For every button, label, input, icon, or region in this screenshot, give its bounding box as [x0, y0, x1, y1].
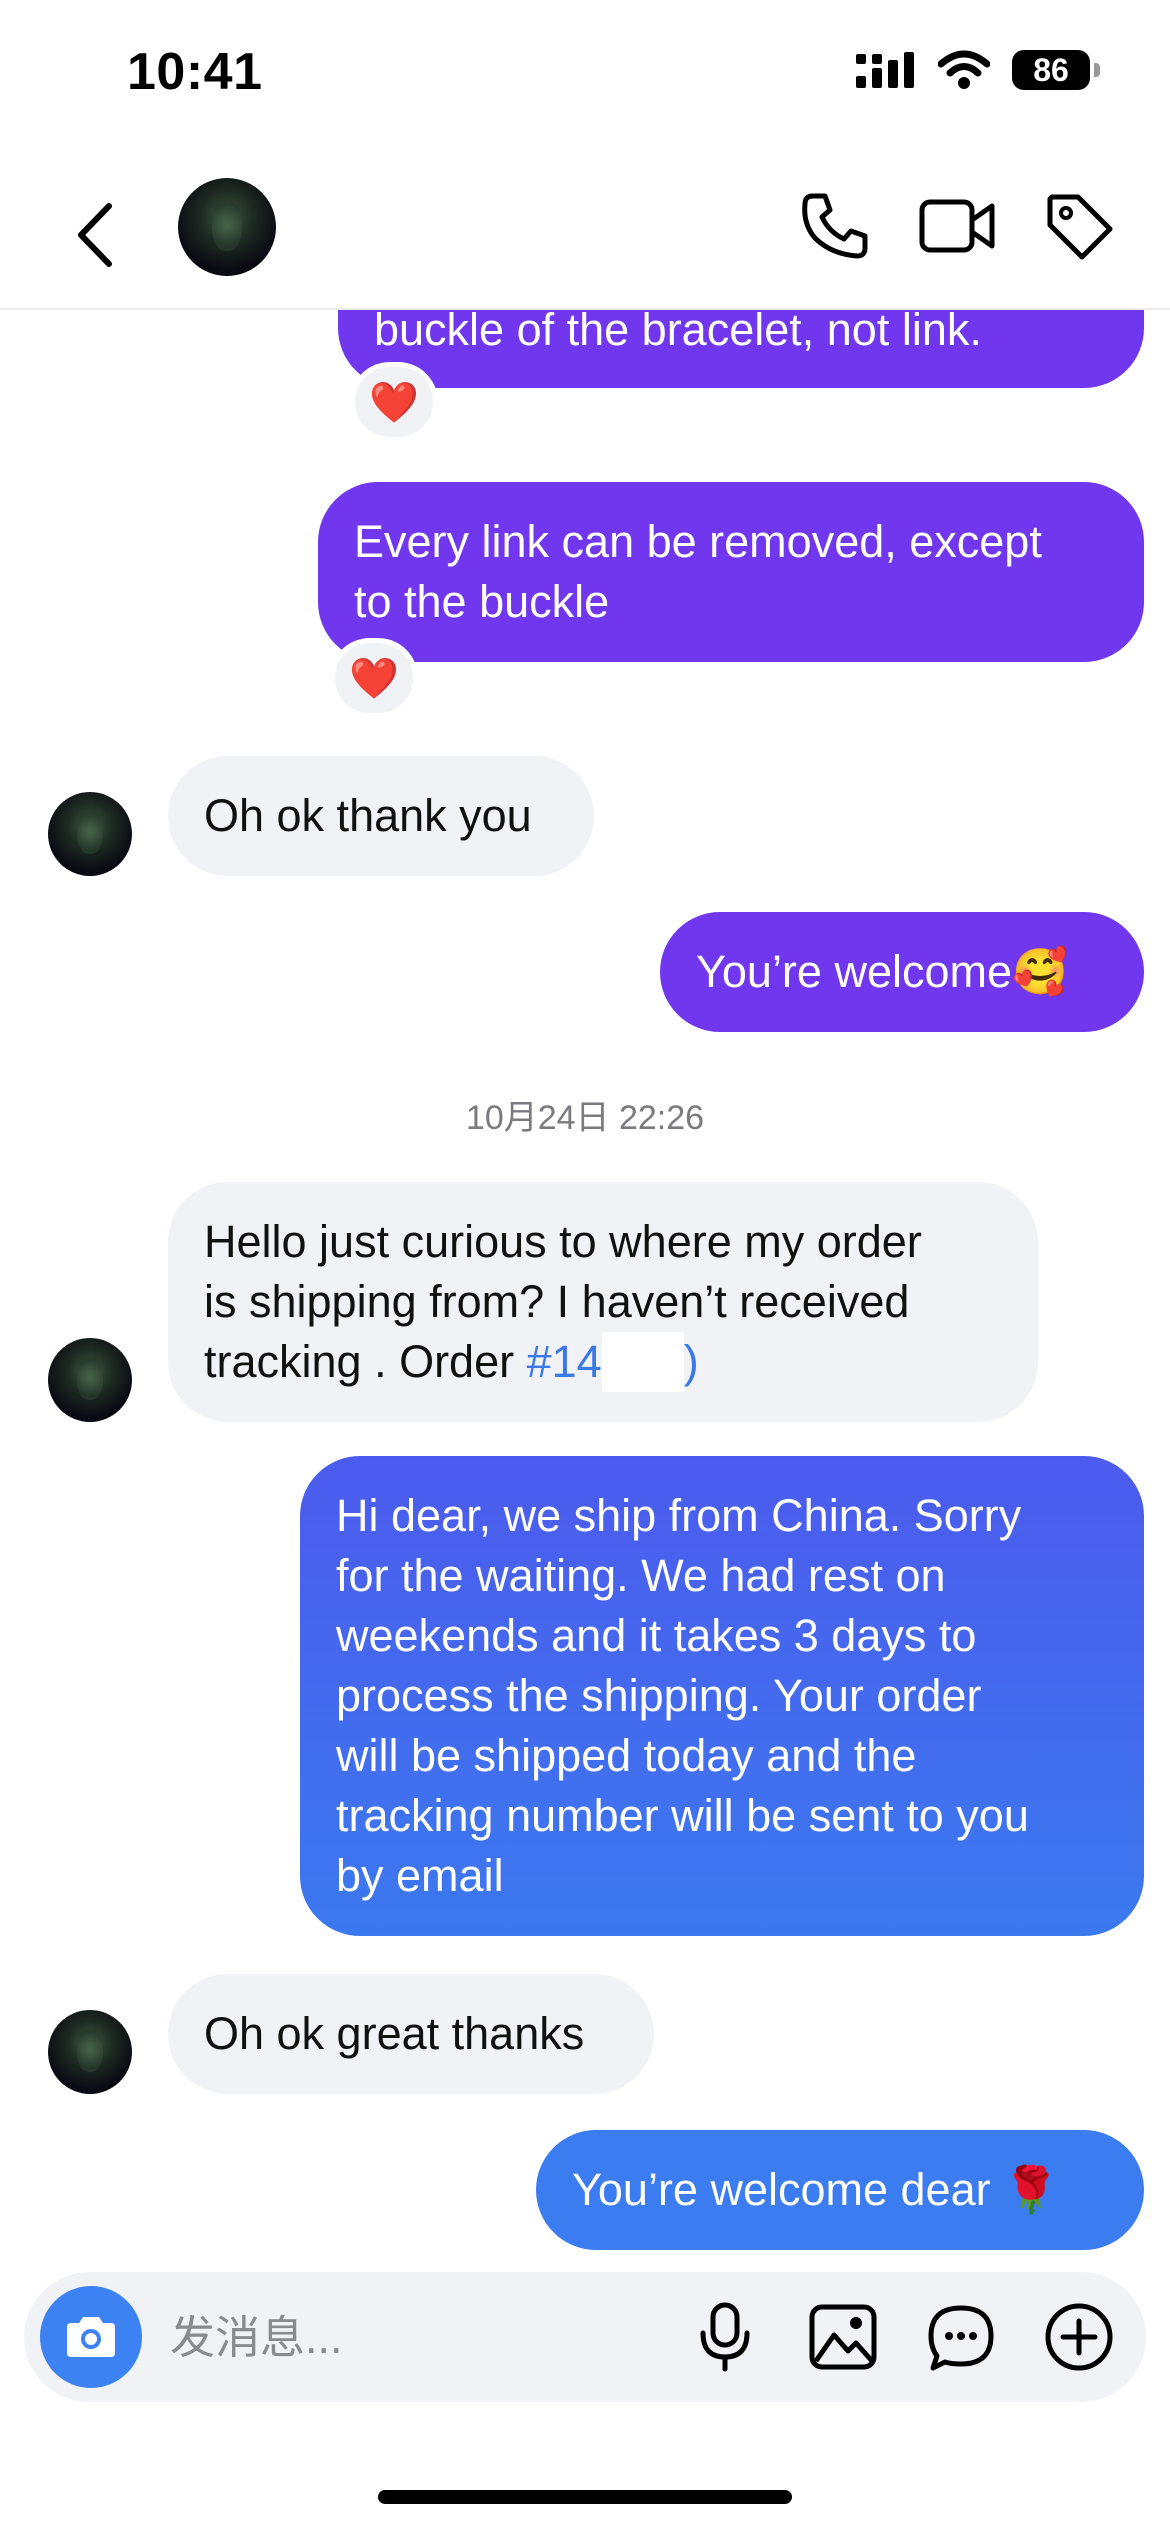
more-options-button[interactable]: [1038, 2296, 1120, 2378]
video-camera-icon: [919, 199, 995, 253]
sticker-button[interactable]: [920, 2296, 1002, 2378]
message-bubble-outgoing[interactable]: buckle of the bracelet, not link.: [338, 308, 1144, 388]
chat-header: [0, 160, 1170, 310]
battery-level: 86: [1033, 51, 1069, 88]
order-number-link[interactable]: #14: [527, 1336, 602, 1387]
gallery-button[interactable]: [802, 2296, 884, 2378]
message-bubble-outgoing[interactable]: Hi dear, we ship from China. Sorry for t…: [300, 1456, 1144, 1936]
voice-message-button[interactable]: [684, 2296, 766, 2378]
message-bubble-incoming[interactable]: Hello just curious to where my order is …: [168, 1182, 1038, 1422]
redacted-area: [601, 1332, 684, 1392]
message-composer: [24, 2272, 1146, 2402]
heart-reaction[interactable]: ❤️: [330, 638, 418, 718]
phone-icon: [802, 193, 868, 259]
order-number-link-end: ): [683, 1336, 699, 1387]
message-bubble-outgoing[interactable]: You’re welcome dear 🌹: [536, 2130, 1144, 2250]
voice-call-button[interactable]: [794, 185, 876, 267]
battery-indicator: 86: [1012, 50, 1100, 90]
status-time: 10:41: [127, 43, 263, 101]
message-input[interactable]: [168, 2302, 652, 2374]
video-call-button[interactable]: [916, 185, 998, 267]
sender-avatar[interactable]: [48, 792, 132, 876]
back-button[interactable]: [60, 190, 130, 280]
cellular-signal-icon: [856, 52, 914, 88]
tag-button[interactable]: [1038, 185, 1120, 267]
message-bubble-outgoing[interactable]: You’re welcome🥰: [660, 912, 1144, 1032]
message-bubble-outgoing[interactable]: Every link can be removed, except to the…: [318, 482, 1144, 662]
sender-avatar[interactable]: [48, 2010, 132, 2094]
wifi-icon: [938, 50, 990, 89]
home-indicator[interactable]: [378, 2490, 792, 2504]
message-timestamp: 10月24日 22:26: [465, 1099, 705, 1137]
heart-reaction[interactable]: ❤️: [350, 362, 438, 442]
message-bubble-incoming[interactable]: Oh ok great thanks: [168, 1974, 654, 2094]
status-icons: 86: [856, 50, 1100, 90]
sender-avatar[interactable]: [48, 1338, 132, 1422]
camera-icon: [67, 2317, 115, 2357]
image-icon: [809, 2304, 877, 2370]
plus-circle-icon: [1045, 2303, 1113, 2371]
heart-reaction-emoji: ❤️: [349, 656, 399, 701]
tag-icon: [1047, 194, 1113, 260]
heart-reaction-emoji: ❤️: [369, 380, 419, 425]
message-list[interactable]: buckle of the bracelet, not link. ❤️ Eve…: [0, 308, 1170, 2274]
camera-button[interactable]: [40, 2286, 142, 2388]
header-actions: [794, 185, 1120, 267]
composer-actions: [684, 2296, 1120, 2378]
sticker-chat-icon: [928, 2305, 994, 2371]
chat-screen: 10:41 86 buckle of the bracelet, not lin…: [0, 0, 1170, 2532]
message-bubble-incoming[interactable]: Oh ok thank you: [168, 756, 594, 876]
contact-avatar[interactable]: [178, 178, 276, 276]
chevron-left-icon: [78, 203, 112, 267]
microphone-icon: [700, 2302, 750, 2372]
